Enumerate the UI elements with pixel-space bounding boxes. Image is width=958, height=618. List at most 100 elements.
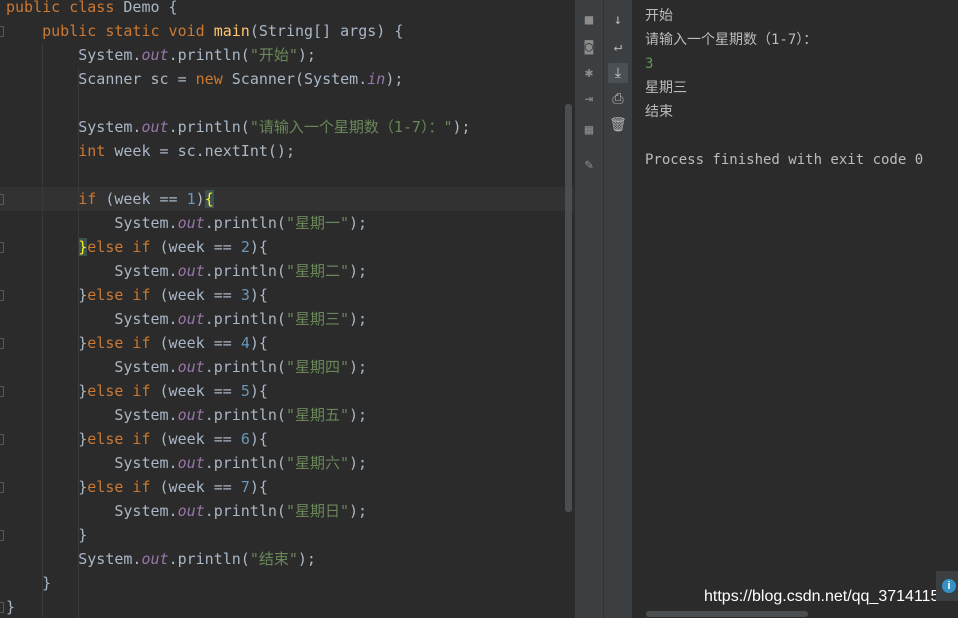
code-token: }: [6, 598, 16, 616]
layout-icon[interactable]: ▦: [579, 120, 599, 140]
code-text: System.out.println("请输入一个星期数（1-7）：");: [6, 115, 470, 139]
code-token: 5: [240, 382, 250, 400]
code-line[interactable]: public class Demo {: [0, 0, 574, 19]
code-token: (week ==: [159, 430, 241, 448]
code-token: (week ==: [159, 478, 241, 496]
code-line[interactable]: System.out.println("星期二");: [0, 259, 574, 283]
code-token: .println(: [204, 214, 286, 232]
event-log-button[interactable]: i: [936, 571, 958, 601]
code-text: }: [6, 523, 87, 547]
code-line[interactable]: System.out.println("结束");: [0, 547, 574, 571]
code-token: out: [177, 358, 205, 376]
code-text: System.out.println("结束");: [6, 547, 316, 571]
code-text: System.out.println("星期四");: [6, 355, 367, 379]
editor-vertical-scrollbar[interactable]: [565, 104, 572, 512]
code-token: out: [141, 46, 169, 64]
code-line[interactable]: }else if (week == 2){: [0, 235, 574, 259]
down-arrow-icon[interactable]: ↓: [608, 10, 628, 30]
code-line[interactable]: }: [0, 595, 574, 618]
code-token: }: [6, 382, 88, 400]
code-line[interactable]: }else if (week == 7){: [0, 475, 574, 499]
code-token: else if: [87, 286, 160, 304]
code-token: }: [6, 286, 88, 304]
info-icon: i: [942, 579, 956, 593]
code-line[interactable]: }: [0, 571, 574, 595]
code-line[interactable]: }else if (week == 5){: [0, 379, 574, 403]
code-line[interactable]: System.out.println("星期一");: [0, 211, 574, 235]
code-token: }: [6, 334, 88, 352]
code-line[interactable]: [0, 163, 574, 187]
code-token: else if: [87, 430, 160, 448]
code-token: .println(: [168, 46, 250, 64]
code-token: out: [177, 502, 205, 520]
code-line[interactable]: }else if (week == 6){: [0, 427, 574, 451]
indent-guide: [42, 43, 43, 618]
login-icon[interactable]: ⇥: [579, 89, 599, 109]
code-token: 6: [240, 430, 250, 448]
code-line[interactable]: [0, 91, 574, 115]
code-token: "星期五": [285, 406, 350, 424]
code-line[interactable]: System.out.println("开始");: [0, 43, 574, 67]
code-line[interactable]: public static void main(String[] args) {: [0, 19, 574, 43]
code-token: (week ==: [159, 382, 241, 400]
indent-guide: [78, 210, 79, 234]
code-token: out: [141, 550, 169, 568]
code-token: );: [349, 454, 368, 472]
debug-bug-icon[interactable]: ✱: [579, 63, 599, 83]
code-line[interactable]: System.out.println("星期三");: [0, 307, 574, 331]
code-text: System.out.println("开始");: [6, 43, 316, 67]
code-token: "请输入一个星期数（1-7）：": [249, 118, 453, 136]
code-token: out: [177, 310, 205, 328]
pin-icon[interactable]: ✎: [579, 155, 599, 175]
code-line[interactable]: }else if (week == 4){: [0, 331, 574, 355]
code-line[interactable]: if (week == 1){: [0, 187, 574, 211]
code-line[interactable]: System.out.println("星期四");: [0, 355, 574, 379]
code-editor[interactable]: public class Demo { public static void m…: [0, 0, 574, 618]
code-line[interactable]: System.out.println("星期日");: [0, 499, 574, 523]
code-line[interactable]: Scanner sc = new Scanner(System.in);: [0, 67, 574, 91]
code-text: System.out.println("星期三");: [6, 307, 367, 331]
run-tool-window-toolbar-right: ↓ ↵ ⤓ ⎙ 🗑: [603, 0, 632, 618]
code-text: public static void main(String[] args) {: [6, 19, 403, 43]
code-line[interactable]: System.out.println("请输入一个星期数（1-7）：");: [0, 115, 574, 139]
code-token: ){: [249, 286, 268, 304]
code-token: System.: [6, 46, 142, 64]
code-token: week = sc.nextInt();: [114, 142, 295, 160]
code-token: .println(: [168, 118, 250, 136]
code-token: Demo {: [123, 0, 178, 16]
code-token: 1: [186, 190, 196, 208]
code-line[interactable]: System.out.println("星期五");: [0, 403, 574, 427]
code-token: else if: [87, 238, 160, 256]
code-text: public class Demo {: [6, 0, 178, 19]
console-output-line: 结束: [645, 104, 673, 120]
stop-icon[interactable]: ■: [579, 10, 599, 30]
code-token: .println(: [204, 406, 286, 424]
code-token: ){: [249, 430, 268, 448]
print-icon[interactable]: ⎙: [608, 89, 628, 109]
scroll-to-end-icon[interactable]: ⤓: [608, 63, 628, 83]
code-token: );: [349, 262, 368, 280]
code-line[interactable]: System.out.println("星期六");: [0, 451, 574, 475]
trash-icon[interactable]: 🗑: [608, 115, 628, 135]
code-token: "星期六": [285, 454, 350, 472]
code-token: "星期四": [285, 358, 350, 376]
code-token: System.: [6, 358, 178, 376]
code-token: {: [204, 190, 214, 208]
run-console-output[interactable]: 开始 请输入一个星期数（1-7）： 3 星期三 结束 Process finished w…: [632, 0, 958, 618]
code-token: ){: [249, 238, 268, 256]
console-horizontal-scrollbar[interactable]: [646, 611, 808, 617]
code-token: else if: [87, 334, 160, 352]
code-token: out: [177, 262, 205, 280]
soft-wrap-icon[interactable]: ↵: [608, 37, 628, 57]
camera-icon[interactable]: ◙: [579, 37, 599, 57]
code-token: ){: [249, 478, 268, 496]
code-line[interactable]: }else if (week == 3){: [0, 283, 574, 307]
code-line[interactable]: int week = sc.nextInt();: [0, 139, 574, 163]
indent-guide: [78, 67, 79, 618]
code-text: }: [6, 595, 15, 618]
code-token: .println(: [168, 550, 250, 568]
code-text: }else if (week == 6){: [6, 427, 268, 451]
code-token: );: [349, 502, 368, 520]
code-token: "开始": [249, 46, 298, 64]
code-line[interactable]: }: [0, 523, 574, 547]
